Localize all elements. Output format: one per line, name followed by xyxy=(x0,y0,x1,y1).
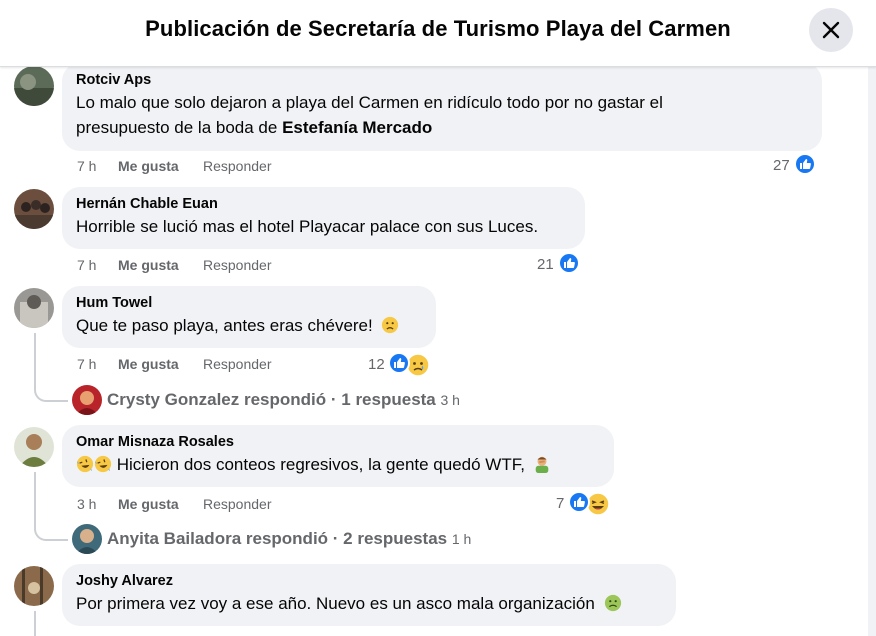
reply-time: 3 h xyxy=(440,392,460,408)
comment-text-content: Por primera vez voy a ese año. Nuevo es … xyxy=(76,594,595,613)
man-facepalming-emoji xyxy=(535,456,548,473)
reaction-summary[interactable]: 21 xyxy=(533,252,583,276)
comment-text: Que te paso playa, antes eras chévere! xyxy=(76,313,422,338)
like-icon xyxy=(388,352,410,374)
thread-line xyxy=(34,611,36,636)
avatar[interactable] xyxy=(14,288,54,328)
close-icon xyxy=(822,21,840,39)
replies-summary[interactable]: Crysty Gonzalez respondió · 1 respuesta … xyxy=(107,390,460,410)
avatar xyxy=(72,385,102,415)
avatar[interactable] xyxy=(14,66,54,106)
thread-connector xyxy=(34,386,68,402)
reaction-count: 21 xyxy=(537,256,554,273)
comment-time[interactable]: 3 h xyxy=(77,496,96,512)
like-icon xyxy=(794,153,816,175)
reaction-count: 27 xyxy=(773,157,790,174)
avatar[interactable] xyxy=(14,566,54,606)
thread-connector xyxy=(34,525,68,541)
reaction-summary[interactable]: 27 xyxy=(770,153,818,177)
comment-bubble: Rotciv Aps Lo malo que solo dejaron a pl… xyxy=(62,63,822,151)
frowning-face-emoji xyxy=(382,316,399,334)
page-title: Publicación de Secretaría de Turismo Pla… xyxy=(145,16,731,41)
comment-text-content: Hicieron dos conteos regresivos, la gent… xyxy=(116,455,525,474)
avatar xyxy=(72,524,102,554)
comment-bubble: Hum Towel Que te paso playa, antes eras … xyxy=(62,286,436,348)
reply-count: 1 respuesta xyxy=(341,390,436,409)
like-button[interactable]: Me gusta xyxy=(118,158,179,174)
scrollbar[interactable] xyxy=(868,67,876,636)
replier-name: Anyita Bailadora xyxy=(107,529,242,548)
comment-time[interactable]: 7 h xyxy=(77,257,96,273)
comment-text-line: Lo malo que solo dejaron a playa del Car… xyxy=(76,93,663,112)
view-replies-link[interactable]: Crysty Gonzalez respondió · 1 respuesta … xyxy=(72,385,492,415)
replied-text: respondió · xyxy=(239,390,342,409)
comment-bubble: Hernán Chable Euan Horrible se lució mas… xyxy=(62,187,585,249)
comment-time[interactable]: 7 h xyxy=(77,158,96,174)
avatar[interactable] xyxy=(14,189,54,229)
comment-time[interactable]: 7 h xyxy=(77,356,96,372)
reaction-summary[interactable]: 12 xyxy=(368,352,434,377)
comment-author[interactable]: Omar Misnaza Rosales xyxy=(76,433,600,452)
comment-author[interactable]: Hernán Chable Euan xyxy=(76,195,571,214)
reply-button[interactable]: Responder xyxy=(203,356,272,372)
avatar[interactable] xyxy=(14,427,54,467)
comment-author[interactable]: Hum Towel xyxy=(76,294,422,313)
comment-text-content: Que te paso playa, antes eras chévere! xyxy=(76,316,373,335)
comment-text-prefix: presupuesto de la boda de xyxy=(76,118,283,137)
thread-line xyxy=(34,333,36,387)
replies-summary[interactable]: Anyita Bailadora respondió · 2 respuesta… xyxy=(107,529,471,549)
rolling-laughing-emoji xyxy=(94,455,112,473)
replied-text: respondió · xyxy=(241,529,344,548)
comment-text: Horrible se lució mas el hotel Playacar … xyxy=(76,217,539,236)
view-replies-link[interactable]: Anyita Bailadora respondió · 2 respuesta… xyxy=(72,524,502,554)
nauseated-face-emoji xyxy=(604,594,621,612)
reaction-count: 7 xyxy=(556,495,565,512)
reply-time: 1 h xyxy=(451,531,472,547)
reaction-summary[interactable]: 7 xyxy=(556,491,614,516)
like-icon xyxy=(558,252,580,274)
mention-link[interactable]: Estefanía Mercado xyxy=(282,118,432,137)
comment-bubble: Joshy Alvarez Por primera vez voy a ese … xyxy=(62,564,676,626)
thread-line xyxy=(34,472,36,526)
dialog-header: Publicación de Secretaría de Turismo Pla… xyxy=(0,0,876,67)
comment-author[interactable]: Rotciv Aps xyxy=(76,71,808,90)
reply-button[interactable]: Responder xyxy=(203,257,272,273)
comment-text: Lo malo que solo dejaron a playa del Car… xyxy=(76,90,808,140)
comment-text-line: presupuesto de la boda de Estefanía Merc… xyxy=(76,115,808,140)
like-button[interactable]: Me gusta xyxy=(118,356,179,372)
reply-count: 2 respuestas xyxy=(343,529,448,548)
rolling-laughing-emoji xyxy=(76,455,94,473)
reply-button[interactable]: Responder xyxy=(203,158,272,174)
reaction-count: 12 xyxy=(368,356,385,373)
comment-text: Hicieron dos conteos regresivos, la gent… xyxy=(76,452,600,477)
like-button[interactable]: Me gusta xyxy=(118,496,179,512)
close-button[interactable] xyxy=(809,8,853,52)
comment-author[interactable]: Joshy Alvarez xyxy=(76,572,662,591)
replier-name: Crysty Gonzalez xyxy=(107,390,240,409)
like-button[interactable]: Me gusta xyxy=(118,257,179,273)
like-icon xyxy=(568,491,590,513)
comment-bubble: Omar Misnaza Rosales Hicieron dos conteo… xyxy=(62,425,614,487)
reply-button[interactable]: Responder xyxy=(203,496,272,512)
comment-text: Por primera vez voy a ese año. Nuevo es … xyxy=(76,591,662,616)
